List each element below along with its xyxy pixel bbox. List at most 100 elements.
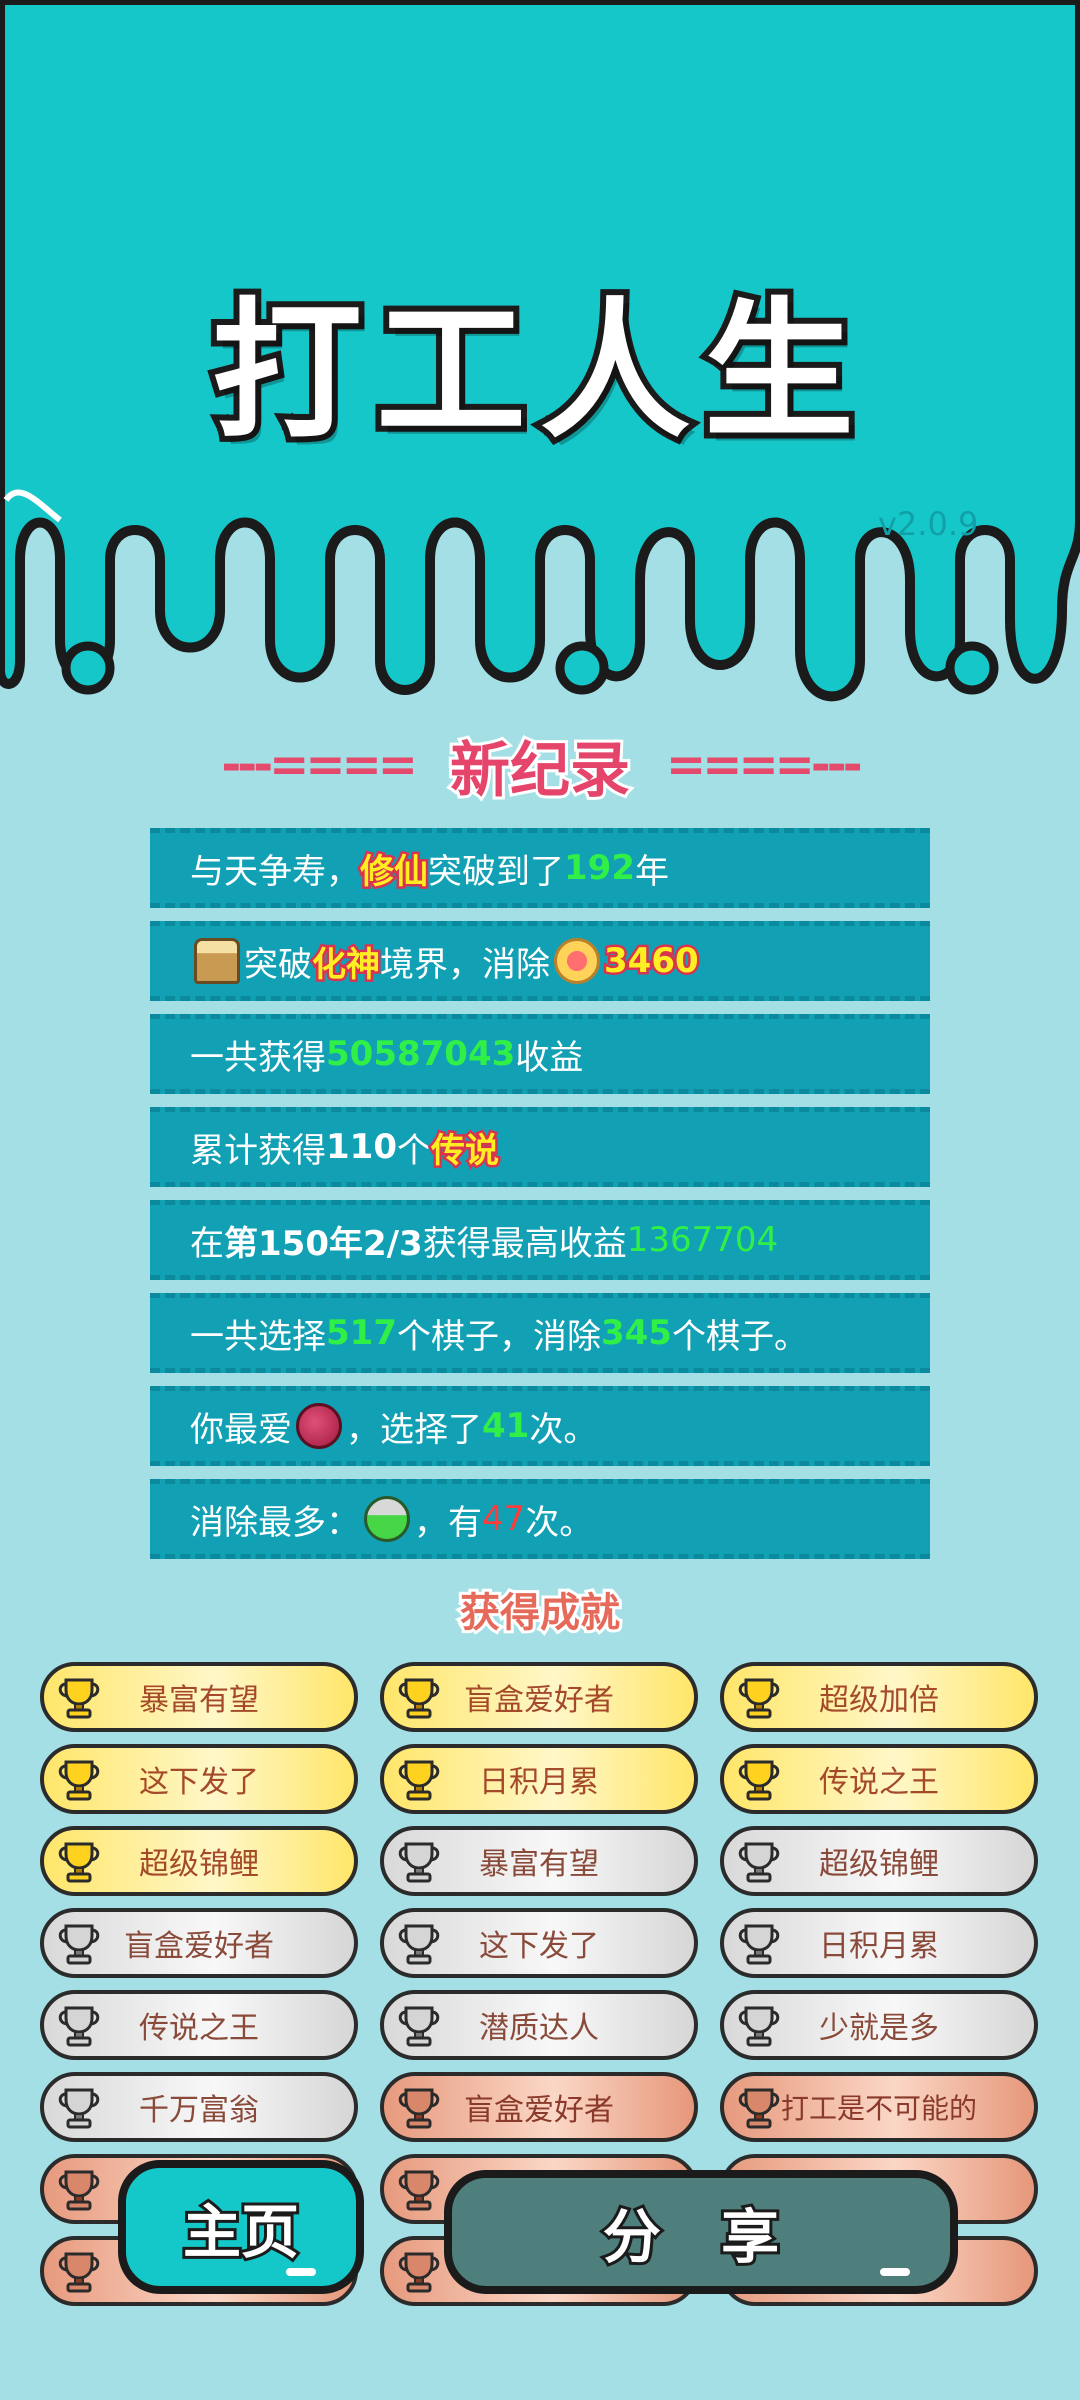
- stat-text: 传说: [428, 1128, 501, 1173]
- achievement-badge: 日积月累: [380, 1744, 698, 1814]
- achievement-label: 少就是多: [819, 2011, 939, 2046]
- stat-text: 次。: [525, 1502, 594, 1543]
- achievement-label: 暴富有望: [479, 1847, 599, 1882]
- stat-text: 与天争寿，: [190, 851, 360, 892]
- bucket-icon: [194, 938, 240, 984]
- trophy-icon: [736, 1674, 782, 1720]
- achievement-label: 盲盒爱好者: [464, 1683, 614, 1718]
- stat-text: 收益: [515, 1037, 584, 1078]
- stat-text: 3460: [602, 939, 702, 984]
- decor-dash-right: ====---: [666, 737, 863, 793]
- achievement-label: 日积月累: [479, 1765, 599, 1800]
- stat-text: 次。: [529, 1409, 598, 1450]
- stat-row: 累计获得 110 个传说: [150, 1107, 930, 1187]
- share-button[interactable]: 分 享: [444, 2170, 958, 2294]
- stat-text: 境界，消除: [380, 944, 550, 985]
- achievement-badge: 超级锦鲤: [720, 1826, 1038, 1896]
- trophy-icon: [56, 1756, 102, 1802]
- heart-coin-icon: [554, 938, 600, 984]
- home-button[interactable]: 主页: [118, 2160, 364, 2294]
- trophy-icon: [736, 2084, 782, 2130]
- new-record-title: 新纪录: [447, 733, 633, 809]
- achievement-label: 超级锦鲤: [819, 1847, 939, 1882]
- stat-text: 1367704: [626, 1220, 779, 1260]
- stat-row: 一共获得 50587043 收益: [150, 1014, 930, 1094]
- trophy-icon: [56, 1920, 102, 1966]
- achievement-badge: 这下发了: [380, 1908, 698, 1978]
- trophy-icon: [736, 1838, 782, 1884]
- achievements-title: 获得成就: [457, 1587, 623, 1639]
- achievement-badge: 传说之王: [40, 1990, 358, 2060]
- achievement-badge: 暴富有望: [40, 1662, 358, 1732]
- trophy-icon: [56, 2166, 102, 2212]
- stat-row: 消除最多： ，有 47 次。: [150, 1479, 930, 1559]
- achievement-badge: 潜质达人: [380, 1990, 698, 2060]
- achievement-badge: 传说之王: [720, 1744, 1038, 1814]
- trophy-icon: [396, 1674, 442, 1720]
- achievement-badge: 盲盒爱好者: [380, 1662, 698, 1732]
- stat-text: 345: [600, 1313, 672, 1353]
- trophy-icon: [396, 2084, 442, 2130]
- berry-icon: [296, 1403, 342, 1449]
- achievement-label: 潜质达人: [479, 2011, 599, 2046]
- app-title: 打工人生: [206, 279, 868, 465]
- stat-text: 修仙: [358, 849, 431, 894]
- stat-text: 消除最多：: [190, 1502, 360, 1543]
- achievement-label: 传说之王: [819, 1765, 939, 1800]
- achievement-label: 传说之王: [139, 2011, 259, 2046]
- achievement-label: 超级加倍: [819, 1683, 939, 1718]
- trophy-icon: [396, 1920, 442, 1966]
- stat-text: 47: [482, 1499, 526, 1539]
- trophy-icon: [736, 2002, 782, 2048]
- achievement-badge: 少就是多: [720, 1990, 1038, 2060]
- new-record-header: ---==== 新纪录 ====---: [0, 725, 1080, 809]
- stat-text: 个棋子，消除: [396, 1316, 601, 1357]
- trophy-icon: [736, 1756, 782, 1802]
- stat-row: 与天争寿， 修仙 突破到了 192 年: [150, 828, 930, 908]
- stat-row: 你最爱 ，选择了 41 次。: [150, 1386, 930, 1466]
- stat-text: 192: [564, 848, 635, 888]
- achievement-label: 这下发了: [139, 1765, 259, 1800]
- stat-text: 一共获得: [190, 1037, 326, 1078]
- stat-text: 一共选择: [190, 1316, 326, 1357]
- trophy-icon: [56, 1674, 102, 1720]
- trophy-icon: [736, 1920, 782, 1966]
- stat-text: 41: [482, 1406, 530, 1446]
- stat-row: 在 第150年2/3 获得最高收益 1367704: [150, 1200, 930, 1280]
- stat-text: 517: [326, 1313, 397, 1353]
- achievement-label: 打工是不可能的: [780, 2092, 977, 2125]
- achievement-label: 超级锦鲤: [139, 1847, 259, 1882]
- stat-text: 年: [634, 851, 669, 892]
- stat-text: 个棋子。: [671, 1316, 808, 1357]
- stat-text: 突破: [244, 944, 312, 985]
- achievement-badge: 暴富有望: [380, 1826, 698, 1896]
- achievement-badge: 超级锦鲤: [40, 1826, 358, 1896]
- achievement-label: 这下发了: [479, 1929, 599, 1964]
- achievement-label: 盲盒爱好者: [464, 2093, 614, 2128]
- stat-text: 化神: [310, 942, 383, 987]
- decor-dash-left: ---====: [221, 737, 418, 793]
- trophy-icon: [396, 2002, 442, 2048]
- achievement-label: 千万富翁: [139, 2093, 259, 2128]
- trophy-icon: [56, 2002, 102, 2048]
- header: 打工人生 v2.0.9: [0, 0, 1080, 720]
- stat-text: 110: [326, 1127, 397, 1167]
- trophy-icon: [396, 2248, 442, 2294]
- version-label: v2.0.9: [878, 505, 979, 543]
- stat-text: 突破到了: [428, 851, 564, 892]
- achievement-badge: 千万富翁: [40, 2072, 358, 2142]
- trophy-icon: [56, 2248, 102, 2294]
- trophy-icon: [56, 2084, 102, 2130]
- achievement-badge: 盲盒爱好者: [380, 2072, 698, 2142]
- achievement-badge: 日积月累: [720, 1908, 1038, 1978]
- trophy-icon: [396, 1756, 442, 1802]
- stat-text: 第150年2/3: [224, 1223, 423, 1264]
- achievement-label: 暴富有望: [139, 1683, 259, 1718]
- stat-text: 累计获得: [190, 1130, 326, 1171]
- achievement-badge: 超级加倍: [720, 1662, 1038, 1732]
- achievement-badge: 这下发了: [40, 1744, 358, 1814]
- stat-row: 一共选择 517 个棋子，消除 345 个棋子。: [150, 1293, 930, 1373]
- stat-text: 获得最高收益: [422, 1223, 627, 1264]
- green-face-icon: [364, 1496, 410, 1542]
- achievement-label: 盲盒爱好者: [124, 1929, 274, 1964]
